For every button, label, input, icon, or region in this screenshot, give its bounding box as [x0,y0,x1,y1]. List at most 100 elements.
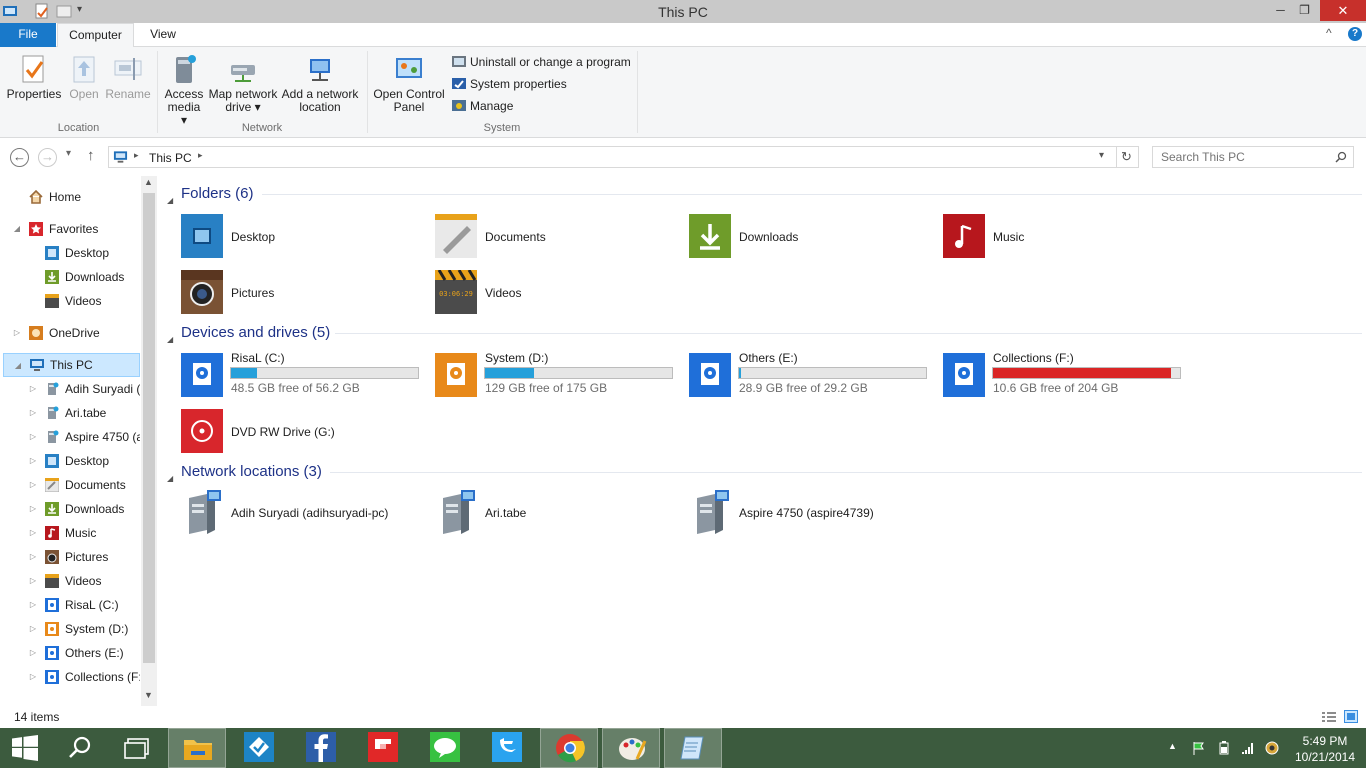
large-icons-view-icon[interactable] [1344,710,1358,723]
sidebar-item-pc-child[interactable]: ▷ Others (E:) [0,641,140,665]
search-input[interactable] [1161,150,1331,164]
sidebar-item-favorites[interactable]: ◢ Favorites [0,217,140,241]
battery-icon[interactable] [1217,741,1231,755]
sidebar-item-pc-child[interactable]: ▷ Adih Suryadi ( [0,377,140,401]
address-bar[interactable]: ▸ This PC ▸ ▾ ↻ [108,146,1139,168]
search-icon[interactable] [1335,151,1347,163]
collapse-arrow-icon[interactable]: ◢ [13,354,23,376]
forward-button[interactable]: → [38,148,57,167]
taskbar-twitter[interactable] [478,728,536,768]
drive-item[interactable]: System (D:) 129 GB free of 175 GB [411,351,673,403]
system-properties-button[interactable]: System properties [451,76,567,94]
rename-button[interactable]: Rename [104,53,152,101]
map-network-drive-button[interactable]: Map network drive ▾ [206,53,280,114]
taskbar-app-tasks[interactable] [230,728,288,768]
add-network-location-button[interactable]: Add a network location [281,53,359,114]
breadcrumb-chevron-icon[interactable]: ▸ [134,150,139,161]
sidebar-item-pc-child[interactable]: ▷ Music [0,521,140,545]
close-button[interactable]: ✕ [1320,0,1366,21]
expand-arrow-icon[interactable]: ▷ [12,321,22,345]
drive-dvd[interactable]: DVD RW Drive (G:) [157,409,397,455]
recent-locations-icon[interactable]: ▾ [66,148,71,159]
expand-arrow-icon[interactable]: ▷ [28,569,38,593]
expand-arrow-icon[interactable]: ▷ [28,545,38,569]
sidebar-item-pc-child[interactable]: ▷ Pictures [0,545,140,569]
sidebar-item-pc-child[interactable]: ▷ Downloads [0,497,140,521]
breadcrumb-chevron-icon[interactable]: ▸ [198,150,203,161]
folder-item[interactable]: Music [919,214,1159,260]
folder-item[interactable]: Documents [411,214,651,260]
expand-arrow-icon[interactable]: ▷ [28,497,38,521]
address-dropdown-icon[interactable]: ▾ [1099,150,1104,161]
network-location-item[interactable]: Adih Suryadi (adihsuryadi-pc) [157,490,397,536]
open-control-panel-button[interactable]: Open Control Panel [371,53,447,114]
sidebar-item-pc-child[interactable]: ▷ RisaL (C:) [0,593,140,617]
collapse-section-icon[interactable]: ◢ [167,469,173,489]
sidebar-scrollbar[interactable]: ▲ ▼ [141,176,157,706]
collapse-section-icon[interactable]: ◢ [167,191,173,211]
sidebar-item-this-pc[interactable]: ◢ This PC [3,353,140,377]
expand-arrow-icon[interactable]: ▷ [28,617,38,641]
scroll-down-icon[interactable]: ▼ [144,690,153,700]
sidebar-item-pc-child[interactable]: ▷ Documents [0,473,140,497]
collapse-section-icon[interactable]: ◢ [167,330,173,350]
show-hidden-icons-icon[interactable]: ▲ [1168,741,1182,755]
sidebar-item-pc-child[interactable]: ▷ Aspire 4750 (as [0,425,140,449]
tab-computer[interactable]: Computer [57,23,134,48]
expand-arrow-icon[interactable]: ▷ [28,593,38,617]
folder-item[interactable]: Pictures [157,270,397,316]
taskbar-file-explorer[interactable] [168,728,226,768]
sidebar-item-pc-child[interactable]: ▷ System (D:) [0,617,140,641]
drive-item[interactable]: RisaL (C:) 48.5 GB free of 56.2 GB [157,351,419,403]
network-location-item[interactable]: Ari.tabe [411,490,651,536]
expand-arrow-icon[interactable]: ▷ [28,521,38,545]
sidebar-item-home[interactable]: Home [0,185,140,209]
task-view-button[interactable] [108,728,166,768]
scrollbar-thumb[interactable] [143,193,155,663]
search-box[interactable] [1152,146,1354,168]
drive-item[interactable]: Others (E:) 28.9 GB free of 29.2 GB [665,351,927,403]
refresh-icon[interactable]: ↻ [1121,149,1132,165]
taskbar-notepad[interactable] [664,728,722,768]
details-view-icon[interactable] [1322,711,1336,723]
sidebar-item-downloads[interactable]: Downloads [0,265,140,289]
breadcrumb-this-pc[interactable]: This PC [149,151,192,165]
sidebar-item-pc-child[interactable]: ▷ Collections (F: [0,665,140,689]
expand-arrow-icon[interactable]: ▷ [28,425,38,449]
maximize-button[interactable]: ❐ [1291,0,1318,21]
expand-arrow-icon[interactable]: ▷ [28,641,38,665]
taskbar-chrome[interactable] [540,728,598,768]
open-button[interactable]: Open [64,53,104,101]
expand-arrow-icon[interactable]: ▷ [28,665,38,689]
search-taskbar-button[interactable] [52,728,110,768]
sidebar-item-pc-child[interactable]: ▷ Desktop [0,449,140,473]
uninstall-program-button[interactable]: Uninstall or change a program [451,54,631,72]
taskbar-flipboard[interactable] [354,728,412,768]
start-button[interactable] [0,728,58,768]
folder-item[interactable]: 03:06:29 Videos [411,270,651,316]
wifi-signal-icon[interactable] [1241,741,1255,755]
sidebar-item-onedrive[interactable]: ▷ OneDrive [0,321,140,345]
back-button[interactable]: ← [10,148,29,167]
clock[interactable]: 5:49 PM 10/21/2014 [1290,733,1360,765]
expand-arrow-icon[interactable]: ▷ [28,473,38,497]
help-icon[interactable]: ? [1348,27,1362,41]
minimize-button[interactable]: ─ [1267,0,1294,21]
expand-arrow-icon[interactable]: ▷ [28,377,38,401]
access-media-button[interactable]: Access media ▾ [163,53,205,127]
collapse-arrow-icon[interactable]: ◢ [12,217,22,241]
tab-view[interactable]: View [140,23,186,47]
tab-file[interactable]: File [0,23,56,47]
expand-arrow-icon[interactable]: ▷ [28,449,38,473]
network-location-item[interactable]: Aspire 4750 (aspire4739) [665,490,905,536]
properties-button[interactable]: Properties [6,53,62,101]
drive-item[interactable]: Collections (F:) 10.6 GB free of 204 GB [919,351,1181,403]
scroll-up-icon[interactable]: ▲ [144,177,153,187]
sidebar-item-pc-child[interactable]: ▷ Videos [0,569,140,593]
sidebar-item-pc-child[interactable]: ▷ Ari.tabe [0,401,140,425]
expand-arrow-icon[interactable]: ▷ [28,401,38,425]
sidebar-item-videos[interactable]: Videos [0,289,140,313]
folder-item[interactable]: Desktop [157,214,397,260]
taskbar-facebook[interactable] [292,728,350,768]
taskbar-paint[interactable] [602,728,660,768]
